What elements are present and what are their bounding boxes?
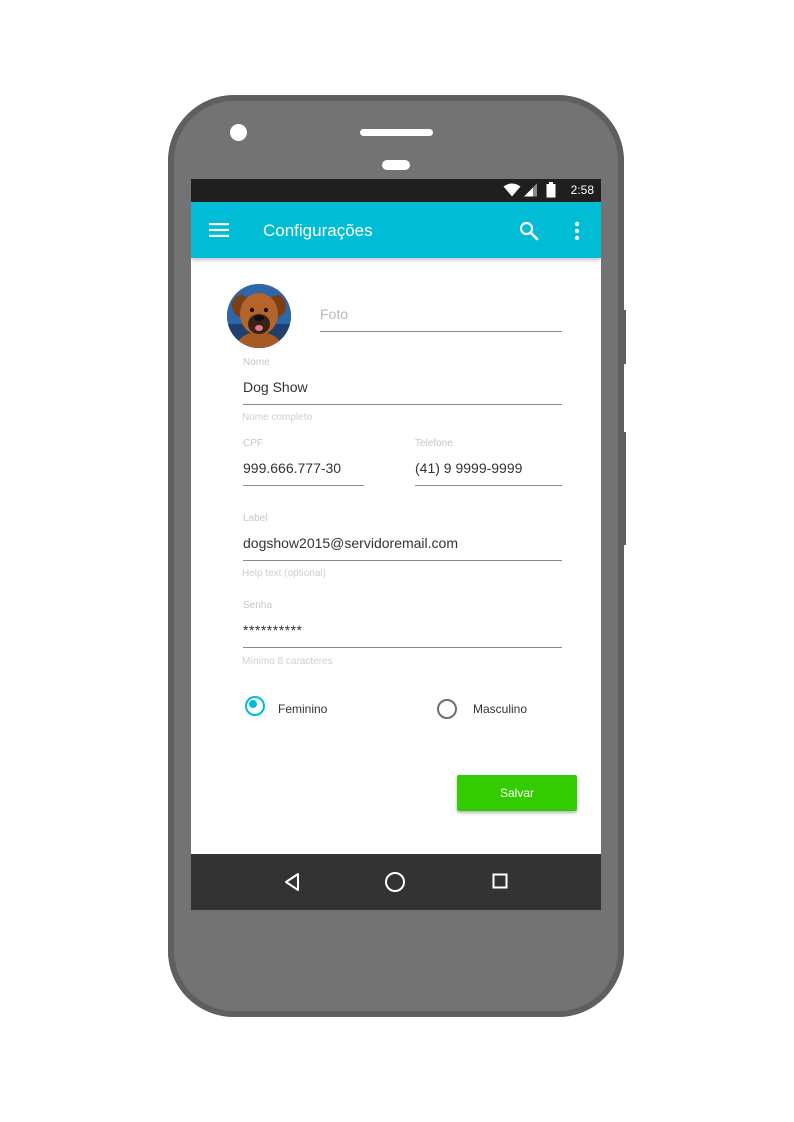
app-bar: Configurações <box>191 202 601 258</box>
page-title: Configurações <box>263 221 373 240</box>
dog-photo <box>227 284 291 348</box>
signal-icon <box>524 183 537 197</box>
phone-screen: 2:58 Configurações Foto Nome Dog Show No… <box>191 179 601 910</box>
save-button[interactable]: Salvar <box>457 775 577 811</box>
name-input[interactable]: Dog Show <box>243 379 308 395</box>
name-helper: Nome completo <box>242 412 313 423</box>
recents-icon[interactable] <box>492 873 508 889</box>
photo-field-underline <box>320 331 562 332</box>
menu-icon[interactable] <box>209 223 229 237</box>
email-input[interactable]: dogshow2015@servidoremail.com <box>243 535 458 551</box>
password-helper: Mínimo 8 caracteres <box>242 656 333 667</box>
back-icon[interactable] <box>283 872 301 892</box>
name-label: Nome <box>243 357 270 368</box>
name-underline <box>243 404 562 405</box>
search-icon[interactable] <box>519 221 539 241</box>
password-input[interactable]: ********** <box>243 622 302 638</box>
radio-feminino-label[interactable]: Feminino <box>278 702 327 716</box>
cpf-input[interactable]: 999.666.777-30 <box>243 460 341 476</box>
phone-input[interactable]: (41) 9 9999-9999 <box>415 460 522 476</box>
home-icon[interactable] <box>384 871 406 893</box>
radio-masculino[interactable] <box>437 699 457 719</box>
password-label: Senha <box>243 600 272 611</box>
password-underline <box>243 647 562 648</box>
photo-field-placeholder[interactable]: Foto <box>320 306 348 322</box>
status-bar: 2:58 <box>191 179 601 202</box>
proximity-sensor <box>382 160 410 170</box>
email-label: Label <box>243 513 268 524</box>
radio-feminino[interactable] <box>245 696 265 716</box>
front-camera <box>230 124 247 141</box>
wifi-icon <box>503 183 521 197</box>
status-time: 2:58 <box>570 183 594 197</box>
earpiece-speaker <box>360 129 433 136</box>
power-button <box>622 310 626 364</box>
email-helper: Help text (optional) <box>242 568 326 579</box>
email-underline <box>243 560 562 561</box>
phone-underline <box>415 485 562 486</box>
avatar[interactable] <box>227 284 291 348</box>
radio-selected-dot <box>249 700 257 708</box>
volume-button <box>622 432 626 545</box>
radio-masculino-label[interactable]: Masculino <box>473 702 527 716</box>
cpf-label: CPF <box>243 438 263 449</box>
battery-icon <box>546 182 556 198</box>
phone-label: Telefone <box>415 438 453 449</box>
navigation-bar <box>191 854 601 910</box>
more-vert-icon[interactable] <box>573 221 581 241</box>
cpf-underline <box>243 485 364 486</box>
